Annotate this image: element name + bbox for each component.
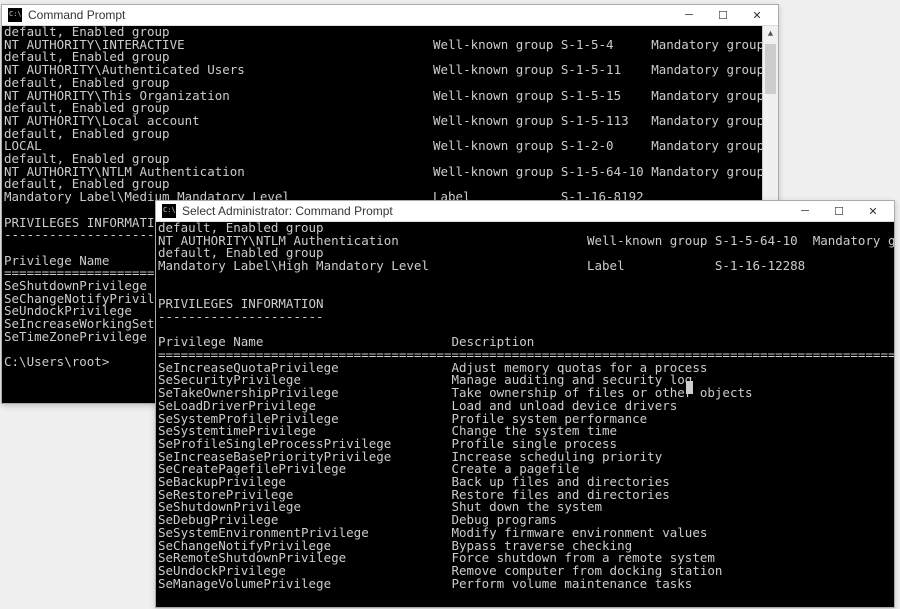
scroll-thumb[interactable] (765, 44, 776, 94)
terminal-output[interactable]: default, Enabled group NT AUTHORITY\NTLM… (156, 222, 894, 607)
cmd-icon (162, 204, 176, 218)
close-button[interactable]: ✕ (740, 6, 774, 25)
titlebar[interactable]: Select Administrator: Command Prompt ─ ☐… (156, 201, 894, 222)
minimize-button[interactable]: ─ (788, 202, 822, 221)
maximize-button[interactable]: ☐ (706, 6, 740, 25)
cmd-window-admin: Select Administrator: Command Prompt ─ ☐… (155, 200, 895, 608)
minimize-button[interactable]: ─ (672, 6, 706, 25)
titlebar[interactable]: Command Prompt ─ ☐ ✕ (2, 5, 778, 26)
text-cursor (686, 381, 693, 394)
window-title: Command Prompt (28, 8, 672, 22)
close-button[interactable]: ✕ (856, 202, 890, 221)
window-title: Select Administrator: Command Prompt (182, 204, 788, 218)
maximize-button[interactable]: ☐ (822, 202, 856, 221)
cmd-icon (8, 8, 22, 22)
scroll-up-button[interactable]: ▲ (763, 26, 778, 42)
